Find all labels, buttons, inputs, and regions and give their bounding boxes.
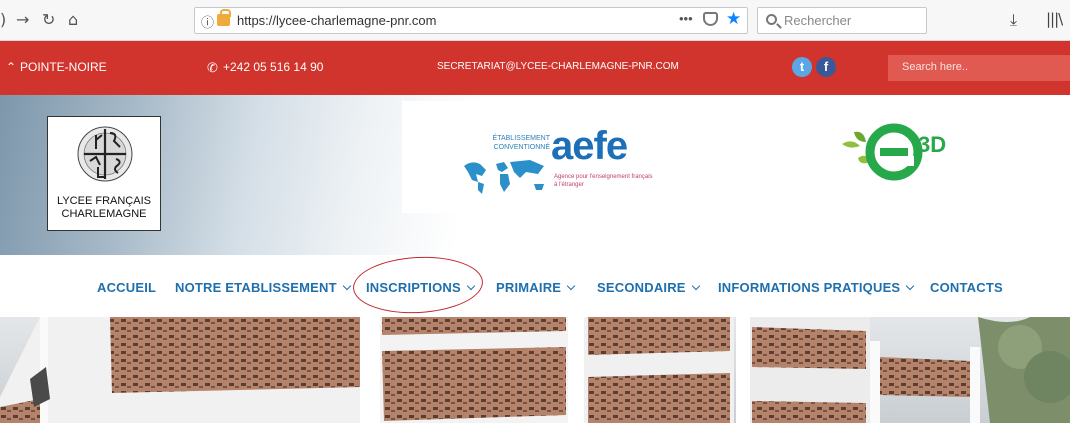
site-search-input[interactable]: Search here.. <box>888 55 1070 81</box>
browser-toolbar: ) → ↻ ⌂ ⓘ https://lycee-charlemagne-pnr.… <box>0 0 1070 41</box>
home-icon[interactable]: ⌂ <box>68 10 78 29</box>
nav-accueil[interactable]: ACCUEIL <box>97 280 156 295</box>
search-placeholder: Rechercher <box>784 13 852 28</box>
chevron-down-icon <box>691 281 700 291</box>
location-icon: ⌃ <box>6 60 17 74</box>
download-icon[interactable]: ⤓ <box>1010 10 1017 30</box>
back-arrow-icon[interactable]: ) <box>0 10 6 29</box>
aefe-wordmark: aefe <box>551 124 628 168</box>
phone-icon: ✆ <box>207 60 218 75</box>
main-navigation: ACCUEIL NOTRE ETABLISSEMENT INSCRIPTIONS… <box>0 255 1070 317</box>
library-icon[interactable]: |||\ <box>1046 10 1063 28</box>
chevron-down-icon <box>566 281 576 291</box>
nav-contacts[interactable]: CONTACTS <box>930 280 1003 295</box>
world-map-icon <box>464 160 544 194</box>
e3d-leaves-icon <box>842 131 870 164</box>
aefe-logo[interactable]: ÉTABLISSEMENT CONVENTIONNÉ aefe Agence p… <box>402 101 678 213</box>
lycee-logo[interactable]: LYCEE FRANÇAIS CHARLEMAGNE <box>47 116 161 231</box>
lycee-emblem-icon <box>77 126 133 182</box>
nav-contacts-label: CONTACTS <box>930 280 1003 295</box>
email-link[interactable]: SECRETARIAT@LYCEE-CHARLEMAGNE-PNR.COM <box>437 61 679 72</box>
nav-notre-etablissement-label: NOTRE ETABLISSEMENT <box>175 280 337 295</box>
bookmark-star-icon[interactable]: ★ <box>726 9 741 29</box>
lycee-name-line2: CHARLEMAGNE <box>61 208 147 220</box>
city-label: POINTE-NOIRE <box>20 60 107 74</box>
info-icon[interactable]: ⓘ <box>201 12 214 31</box>
e3d-logo[interactable]: 3D <box>838 122 978 182</box>
twitter-icon[interactable]: t <box>792 57 812 77</box>
pocket-icon[interactable] <box>703 12 718 26</box>
phone-number[interactable]: +242 05 516 14 90 <box>223 60 323 74</box>
nav-accueil-label: ACCUEIL <box>97 280 157 295</box>
nav-secondaire-label: SECONDAIRE <box>597 280 686 295</box>
aefe-tagline: Agence pour l'enseignement français à l'… <box>554 174 653 188</box>
chevron-down-icon <box>906 281 915 291</box>
e3d-text: 3D <box>918 132 946 157</box>
nav-informations-pratiques-label: INFORMATIONS PRATIQUES <box>718 280 901 295</box>
nav-primaire[interactable]: PRIMAIRE <box>496 280 576 295</box>
browser-search-field[interactable]: Rechercher <box>757 7 927 34</box>
aefe-caption: ÉTABLISSEMENT CONVENTIONNÉ <box>492 135 550 151</box>
page-actions-icon[interactable]: ••• <box>679 11 693 26</box>
nav-informations-pratiques[interactable]: INFORMATIONS PRATIQUES <box>718 280 915 295</box>
nav-secondaire[interactable]: SECONDAIRE <box>597 280 700 295</box>
address-bar[interactable]: ⓘ https://lycee-charlemagne-pnr.com ••• … <box>194 7 748 34</box>
site-search-placeholder: Search here.. <box>902 61 969 73</box>
forward-arrow-icon[interactable]: → <box>16 10 29 29</box>
nav-notre-etablissement[interactable]: NOTRE ETABLISSEMENT <box>175 280 351 295</box>
nav-primaire-label: PRIMAIRE <box>496 280 562 295</box>
chevron-down-icon <box>342 281 351 291</box>
url-text[interactable]: https://lycee-charlemagne-pnr.com <box>237 13 436 28</box>
reload-icon[interactable]: ↻ <box>42 10 55 29</box>
lock-icon[interactable] <box>217 9 231 26</box>
hero-building-photo <box>0 317 1070 423</box>
facebook-icon[interactable]: f <box>816 57 836 77</box>
search-icon <box>766 14 777 25</box>
top-contact-bar: ⌃ POINTE-NOIRE ✆ +242 05 516 14 90 SECRE… <box>0 41 1070 95</box>
lycee-name-line1: LYCEE FRANÇAIS <box>57 195 151 207</box>
